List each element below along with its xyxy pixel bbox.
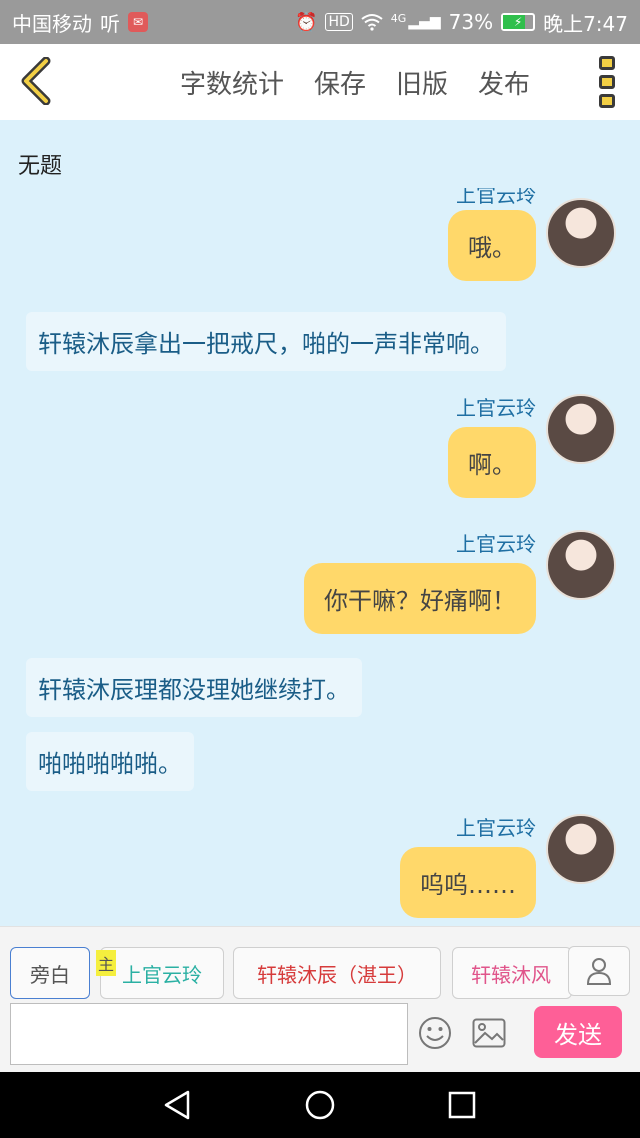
- battery-icon: ⚡: [501, 13, 536, 31]
- notification-glyph: ✉: [132, 15, 144, 29]
- input-row: 发送: [0, 1000, 640, 1072]
- emoji-icon[interactable]: [418, 1016, 452, 1050]
- back-triangle-icon[interactable]: [162, 1089, 194, 1121]
- signal-icon: ▂▄▆: [408, 14, 441, 30]
- alarm-icon: ⏰: [295, 11, 318, 33]
- status-left: 中国移动 听 ✉: [12, 8, 148, 37]
- navigation-bar: [0, 1072, 640, 1138]
- main-character-badge: 主: [96, 950, 117, 976]
- hd-icon: HD: [325, 13, 353, 31]
- publish-button[interactable]: 发布: [478, 64, 530, 101]
- image-icon[interactable]: [472, 1018, 506, 1048]
- narration-message[interactable]: 轩辕沐辰拿出一把戒尺，啪的一声非常响。: [26, 312, 506, 371]
- message-bubble[interactable]: 哦。: [448, 210, 536, 281]
- old-version-button[interactable]: 旧版: [396, 64, 448, 101]
- message-bubble[interactable]: 啊。: [448, 427, 536, 498]
- chevron-left-icon: [21, 57, 51, 105]
- recents-square-icon[interactable]: [446, 1089, 478, 1121]
- send-button[interactable]: 发送: [534, 1006, 622, 1058]
- message-bubble[interactable]: 你干嘛？好痛啊！: [304, 563, 536, 634]
- character-manager-button[interactable]: [568, 946, 630, 996]
- message-right[interactable]: 上官云玲 你干嘛？好痛啊！: [304, 528, 536, 634]
- toolbar-actions: 字数统计 保存 旧版 发布: [180, 44, 530, 120]
- character-chip[interactable]: 轩辕沐风: [452, 947, 572, 999]
- avatar[interactable]: [546, 814, 616, 884]
- narration-message[interactable]: 轩辕沐辰理都没理她继续打。: [26, 658, 362, 717]
- app-glyph: 听: [100, 11, 120, 36]
- notification-icon: ✉: [128, 12, 148, 32]
- avatar[interactable]: [546, 394, 616, 464]
- sender-name: 上官云玲: [456, 396, 536, 420]
- avatar[interactable]: [546, 198, 616, 268]
- message-right[interactable]: 上官云玲 呜呜……: [400, 812, 536, 918]
- chat-area[interactable]: 无题 上官云玲 哦。 轩辕沐辰拿出一把戒尺，啪的一声非常响。 上官云玲 啊。 上…: [0, 120, 640, 926]
- save-button[interactable]: 保存: [314, 64, 366, 101]
- sender-name: 上官云玲: [456, 816, 536, 840]
- wifi-icon: [361, 14, 383, 31]
- status-time: 晚上7:47: [543, 11, 628, 36]
- battery-percent: 73%: [448, 10, 494, 34]
- sender-name: 上官云玲: [456, 532, 536, 556]
- character-chip[interactable]: 轩辕沐辰（湛王）: [233, 947, 441, 999]
- person-icon: [586, 958, 612, 985]
- charging-bolt-icon: ⚡: [513, 15, 523, 29]
- menu-dot-icon: [599, 75, 615, 89]
- narration-message[interactable]: 啪啪啪啪啪。: [26, 732, 194, 791]
- menu-dot-icon: [599, 94, 615, 108]
- status-bar: 中国移动 听 ✉ ⏰ HD 4G ▂▄▆ 73% ⚡ 晚上7:47: [0, 0, 640, 44]
- document-title[interactable]: 无题: [18, 148, 62, 180]
- message-input[interactable]: [10, 1003, 408, 1065]
- toolbar: 字数统计 保存 旧版 发布: [0, 44, 640, 120]
- message-bubble[interactable]: 呜呜……: [400, 847, 536, 918]
- message-right[interactable]: 上官云玲 哦。: [448, 188, 536, 281]
- narration-chip[interactable]: 旁白: [10, 947, 90, 999]
- word-count-button[interactable]: 字数统计: [180, 64, 284, 101]
- back-button[interactable]: [14, 56, 58, 106]
- carrier-label: 中国移动: [12, 11, 92, 36]
- sender-name: 上官云玲: [456, 183, 536, 207]
- network-type-icon: 4G: [390, 11, 407, 25]
- message-right[interactable]: 上官云玲 啊。: [448, 392, 536, 498]
- more-menu-button[interactable]: [596, 56, 618, 108]
- avatar[interactable]: [546, 530, 616, 600]
- character-chip[interactable]: 上官云玲: [100, 947, 224, 999]
- menu-dot-icon: [599, 56, 615, 70]
- home-circle-icon[interactable]: [304, 1089, 336, 1121]
- status-right: ⏰ HD 4G ▂▄▆ 73% ⚡ 晚上7:47: [295, 8, 628, 37]
